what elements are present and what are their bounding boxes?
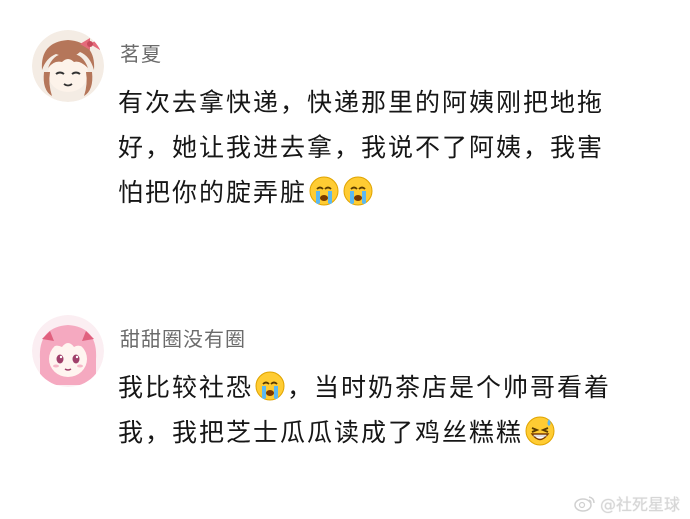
comment-line: 怕把你的腚弄脏 (118, 170, 658, 215)
comment-line-text: 怕把你的腚弄脏 (118, 178, 308, 207)
comment-segment: ，当时奶茶店是个帅哥看着 (287, 373, 612, 402)
comment-line: 好，她让我进去拿，我说不了阿姨，我害 (118, 133, 605, 162)
comment-segment: 我，我把芝士瓜瓜读成了鸡丝糕糕 (118, 418, 524, 447)
weibo-icon (574, 494, 596, 512)
avatar[interactable] (32, 315, 104, 387)
crying-emoji (342, 175, 374, 207)
watermark: @社死星球 (574, 491, 680, 515)
comment-text: 我比较社恐 ，当时奶茶店是个帅哥看着 我，我把芝士瓜瓜读成了鸡丝糕糕 (118, 365, 658, 455)
crying-emoji (254, 370, 286, 402)
comment-text: 有次去拿快递，快递那里的阿姨刚把地拖 好，她让我进去拿，我说不了阿姨，我害 怕把… (118, 80, 658, 215)
crying-emoji (308, 175, 340, 207)
username[interactable]: 甜甜圈没有圈 (120, 323, 246, 352)
comment-line: 我，我把芝士瓜瓜读成了鸡丝糕糕 (118, 410, 658, 455)
comment-line: 有次去拿快递，快递那里的阿姨刚把地拖 (118, 88, 605, 117)
avatar-image (32, 30, 104, 102)
username[interactable]: 茗夏 (120, 38, 162, 67)
watermark-text: @社死星球 (599, 495, 680, 514)
avatar-image (32, 315, 104, 387)
comment-line: 我比较社恐 ，当时奶茶店是个帅哥看着 (118, 365, 658, 410)
comment-segment: 我比较社恐 (118, 373, 254, 402)
avatar[interactable] (32, 30, 104, 102)
grinning-sweat-emoji (524, 415, 556, 447)
